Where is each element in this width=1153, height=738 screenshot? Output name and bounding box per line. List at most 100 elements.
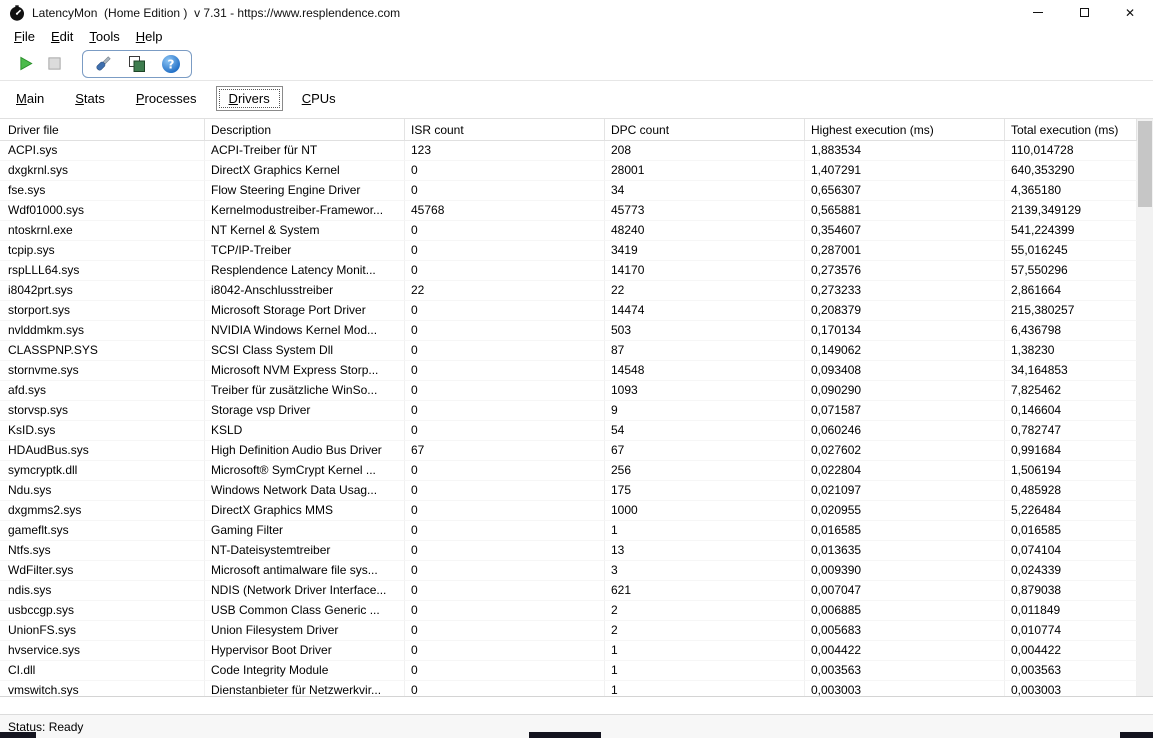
menu-tools[interactable]: Tools <box>81 29 127 44</box>
table-cell: 0 <box>405 561 605 581</box>
table-row[interactable]: fse.sys Flow Steering Engine Driver 0 34 0,6… <box>0 181 1137 201</box>
table-row[interactable]: storvsp.sys Storage vsp Driver 0 9 0,071587 0… <box>0 401 1137 421</box>
table-row[interactable]: vmswitch.sys Dienstanbieter für Netzwerkv… <box>0 681 1137 696</box>
table-cell: 0 <box>405 341 605 361</box>
column-header-highest-execution-ms[interactable]: Highest execution (ms) <box>805 119 1005 140</box>
table-cell: 6,436798 <box>1005 321 1137 341</box>
table-cell: 0,146604 <box>1005 401 1137 421</box>
table-cell: dxgkrnl.sys <box>0 161 205 181</box>
table-row[interactable]: rspLLL64.sys Resplendence Latency Monit..… <box>0 261 1137 281</box>
table-row[interactable]: afd.sys Treiber für zusätzliche WinSo... 0… <box>0 381 1137 401</box>
table-row[interactable]: ACPI.sys ACPI-Treiber für NT 123 208 1,88353… <box>0 141 1137 161</box>
table-cell: NT-Dateisystemtreiber <box>205 541 405 561</box>
copy-report-button[interactable] <box>125 51 149 77</box>
table-cell: 2 <box>605 601 805 621</box>
scrollbar-thumb[interactable] <box>1138 121 1152 207</box>
tab-stats[interactable]: Stats <box>63 87 117 110</box>
svg-text:?: ? <box>168 57 175 71</box>
table-cell: 215,380257 <box>1005 301 1137 321</box>
tab-main[interactable]: Main <box>4 87 56 110</box>
menu-bar: File Edit Tools Help <box>0 25 1153 47</box>
table-row[interactable]: ndis.sys NDIS (Network Driver Interface..… <box>0 581 1137 601</box>
table-row[interactable]: nvlddmkm.sys NVIDIA Windows Kernel Mod...… <box>0 321 1137 341</box>
table-cell: 0,010774 <box>1005 621 1137 641</box>
table-row[interactable]: CLASSPNP.SYS SCSI Class System Dll 0 87 0,14… <box>0 341 1137 361</box>
table-cell: 1 <box>605 661 805 681</box>
table-row[interactable]: HDAudBus.sys High Definition Audio Bus Dr… <box>0 441 1137 461</box>
table-cell: DirectX Graphics Kernel <box>205 161 405 181</box>
table-row[interactable]: symcryptk.dll Microsoft® SymCrypt Kernel … <box>0 461 1137 481</box>
menu-file[interactable]: File <box>6 29 43 44</box>
table-cell: 1 <box>605 521 805 541</box>
table-cell: HDAudBus.sys <box>0 441 205 461</box>
table-cell: 14548 <box>605 361 805 381</box>
help-icon: ? <box>162 54 180 73</box>
table-cell: 0,027602 <box>805 441 1005 461</box>
table-cell: Windows Network Data Usag... <box>205 481 405 501</box>
tab-drivers[interactable]: Drivers <box>215 86 283 111</box>
table-cell: ACPI-Treiber für NT <box>205 141 405 161</box>
table-row[interactable]: Ndu.sys Windows Network Data Usag... 0 175 0… <box>0 481 1137 501</box>
table-row[interactable]: stornvme.sys Microsoft NVM Express Storp.… <box>0 361 1137 381</box>
play-icon <box>19 56 33 71</box>
table-cell: Flow Steering Engine Driver <box>205 181 405 201</box>
table-cell: NVIDIA Windows Kernel Mod... <box>205 321 405 341</box>
table-cell: 0,011849 <box>1005 601 1137 621</box>
table-cell: 640,353290 <box>1005 161 1137 181</box>
minimize-button[interactable] <box>1015 0 1061 25</box>
start-monitor-button[interactable] <box>12 51 40 77</box>
table-row[interactable]: ntoskrnl.exe NT Kernel & System 0 48240 0,35… <box>0 221 1137 241</box>
table-row[interactable]: usbccgp.sys USB Common Class Generic ... 0… <box>0 601 1137 621</box>
table-cell: i8042-Anschlusstreiber <box>205 281 405 301</box>
column-header-total-execution-ms[interactable]: Total execution (ms) <box>1005 119 1137 140</box>
table-cell: 0,016585 <box>805 521 1005 541</box>
stop-monitor-button[interactable] <box>40 51 68 77</box>
taskbar-fragment <box>1120 732 1153 738</box>
table-cell: rspLLL64.sys <box>0 261 205 281</box>
table-row[interactable]: KsID.sys KSLD 0 54 0,060246 0,782747 <box>0 421 1137 441</box>
taskbar-fragment <box>529 732 601 738</box>
table-cell: 0 <box>405 461 605 481</box>
table-row[interactable]: i8042prt.sys i8042-Anschlusstreiber 22 22 0,… <box>0 281 1137 301</box>
table-row[interactable]: storport.sys Microsoft Storage Port Drive… <box>0 301 1137 321</box>
table-cell: ACPI.sys <box>0 141 205 161</box>
window-controls: ✕ <box>1015 0 1153 25</box>
table-cell: 1 <box>605 641 805 661</box>
table-row[interactable]: dxgkrnl.sys DirectX Graphics Kernel 0 28001… <box>0 161 1137 181</box>
maximize-button[interactable] <box>1061 0 1107 25</box>
menu-help[interactable]: Help <box>128 29 171 44</box>
tab-processes[interactable]: Processes <box>124 87 209 110</box>
table-row[interactable]: CI.dll Code Integrity Module 0 1 0,003563 0,0… <box>0 661 1137 681</box>
table-cell: 14474 <box>605 301 805 321</box>
driver-tools-button[interactable] <box>91 51 115 77</box>
table-cell: Kernelmodustreiber-Framewor... <box>205 201 405 221</box>
table-row[interactable]: hvservice.sys Hypervisor Boot Driver 0 1 0,0… <box>0 641 1137 661</box>
table-cell: ntoskrnl.exe <box>0 221 205 241</box>
table-cell: Union Filesystem Driver <box>205 621 405 641</box>
column-header-isr-count[interactable]: ISR count <box>405 119 605 140</box>
table-cell: 22 <box>405 281 605 301</box>
table-row[interactable]: Ntfs.sys NT-Dateisystemtreiber 0 13 0,013635… <box>0 541 1137 561</box>
table-row[interactable]: tcpip.sys TCP/IP-Treiber 0 3419 0,287001 55,0… <box>0 241 1137 261</box>
column-header-dpc-count[interactable]: DPC count <box>605 119 805 140</box>
table-cell: Microsoft® SymCrypt Kernel ... <box>205 461 405 481</box>
table-cell: symcryptk.dll <box>0 461 205 481</box>
column-header-description[interactable]: Description <box>205 119 405 140</box>
table-cell: 7,825462 <box>1005 381 1137 401</box>
table-cell: 175 <box>605 481 805 501</box>
help-button[interactable]: ? <box>159 51 183 77</box>
column-header-driver-file[interactable]: Driver file <box>0 119 205 140</box>
menu-edit[interactable]: Edit <box>43 29 81 44</box>
vertical-scrollbar[interactable] <box>1137 119 1153 696</box>
table-row[interactable]: WdFilter.sys Microsoft antimalware file s… <box>0 561 1137 581</box>
table-row[interactable]: UnionFS.sys Union Filesystem Driver 0 2 0,00… <box>0 621 1137 641</box>
table-row[interactable]: gameflt.sys Gaming Filter 0 1 0,016585 0,0165… <box>0 521 1137 541</box>
table-row[interactable]: Wdf01000.sys Kernelmodustreiber-Framewor.… <box>0 201 1137 221</box>
table-row[interactable]: dxgmms2.sys DirectX Graphics MMS 0 1000 0,02… <box>0 501 1137 521</box>
table-cell: 34 <box>605 181 805 201</box>
tab-cpus[interactable]: CPUs <box>290 87 348 110</box>
close-button[interactable]: ✕ <box>1107 0 1153 25</box>
table-cell: 503 <box>605 321 805 341</box>
table-cell: KSLD <box>205 421 405 441</box>
table-cell: Treiber für zusätzliche WinSo... <box>205 381 405 401</box>
